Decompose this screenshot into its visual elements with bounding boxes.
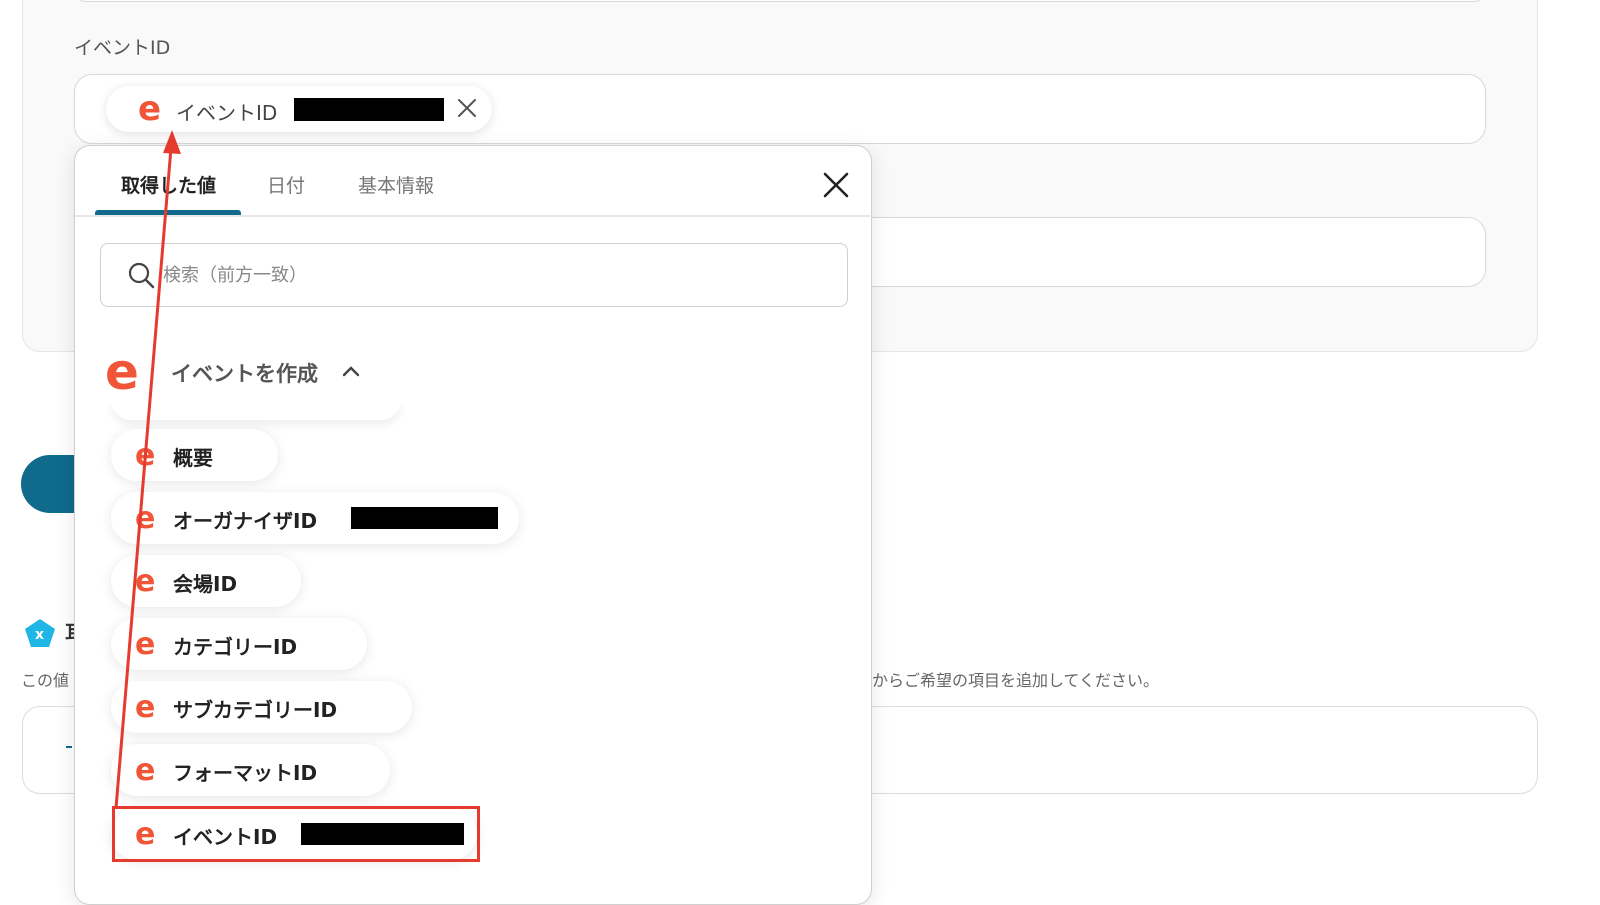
list-item-organizer-id[interactable]: e オーガナイザID: [111, 492, 519, 544]
svg-text:e: e: [135, 757, 155, 785]
list-item-label: カテゴリーID: [173, 635, 298, 659]
chip-label: イベントID: [176, 101, 278, 125]
chevron-up-icon[interactable]: [341, 363, 361, 379]
eventbrite-logo-icon: e: [135, 757, 155, 785]
redacted-block: [351, 507, 498, 529]
svg-text:e: e: [138, 92, 161, 126]
tab-acquired-values[interactable]: 取得した値: [121, 171, 216, 198]
list-item-subcategory-id[interactable]: e サブカテゴリーID: [111, 681, 412, 733]
list-item-label: オーガナイザID: [173, 509, 318, 533]
list-item-format-id[interactable]: e フォーマットID: [111, 744, 390, 796]
close-icon[interactable]: [821, 170, 851, 200]
eventbrite-logo-icon: e: [135, 631, 155, 659]
search-icon: [128, 262, 155, 289]
search-input[interactable]: [161, 260, 825, 290]
field-label: イベントID: [74, 37, 171, 59]
list-item-label: 概要: [173, 446, 213, 470]
tab-date[interactable]: 日付: [267, 171, 305, 198]
eventbrite-logo-icon: e: [138, 92, 161, 126]
eventbrite-logo-icon: e: [135, 694, 155, 722]
svg-text:e: e: [135, 631, 155, 659]
svg-text:x: x: [35, 627, 44, 643]
section-help-text: この値: [21, 671, 70, 690]
list-item-venue-id[interactable]: e 会場ID: [111, 555, 301, 607]
svg-text:e: e: [135, 505, 155, 533]
search-field[interactable]: [100, 243, 848, 307]
list-item-label: フォーマットID: [173, 761, 318, 785]
close-icon[interactable]: [456, 97, 478, 119]
svg-text:e: e: [135, 568, 155, 596]
eventbrite-logo-icon: e: [135, 505, 155, 533]
eventbrite-logo-icon: e: [105, 351, 139, 397]
list-item-label: サブカテゴリーID: [173, 698, 338, 722]
tab-basic-info[interactable]: 基本情報: [358, 171, 434, 198]
list-item-summary[interactable]: e 概要: [111, 429, 278, 481]
svg-text:e: e: [135, 694, 155, 722]
redacted-block: [294, 98, 444, 121]
bottom-box-mark: [66, 746, 72, 748]
group-title: イベントを作成: [171, 362, 318, 386]
selected-value-chip[interactable]: e イベントID: [106, 86, 492, 132]
list-item-category-id[interactable]: e カテゴリーID: [111, 618, 367, 670]
value-picker-popup: 取得した値 日付 基本情報 e イベントを作成 e 概要 e オーガナイザID …: [74, 145, 872, 905]
function-icon: x: [25, 619, 55, 647]
previous-input-edge: [74, 0, 1486, 2]
section-help-text-tail: からご希望の項目を追加してください。: [872, 671, 1160, 690]
list-item-partial: [111, 398, 401, 420]
list-item-label: 会場ID: [173, 572, 238, 596]
svg-text:e: e: [105, 351, 139, 397]
svg-text:e: e: [135, 442, 155, 470]
highlight-box: [112, 806, 480, 862]
tab-divider: [75, 215, 870, 217]
eventbrite-logo-icon: e: [135, 442, 155, 470]
eventbrite-logo-icon: e: [135, 568, 155, 596]
